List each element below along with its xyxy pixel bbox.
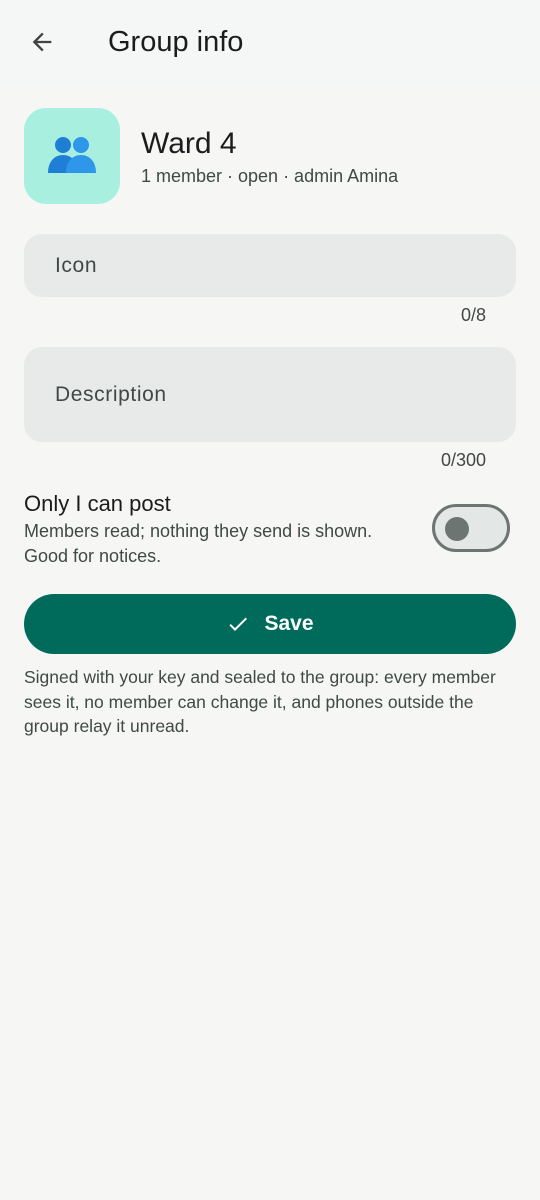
description-field-placeholder: Description [55, 383, 167, 406]
page-title: Group info [108, 26, 244, 58]
icon-char-counter: 0/8 [460, 305, 486, 325]
save-button[interactable]: Save [24, 594, 516, 654]
only-i-can-post-description: Members read; nothing they send is shown… [24, 521, 373, 566]
group-name: Ward 4 [141, 127, 237, 160]
description-field[interactable]: Description [24, 347, 516, 442]
group-meta: 1 member · open · admin Amina [141, 166, 399, 186]
people-icon [48, 137, 96, 173]
group-avatar[interactable] [24, 108, 120, 204]
group-header: Ward 4 1 member · open · admin Amina [24, 108, 516, 204]
check-icon [229, 617, 248, 631]
icon-field-placeholder: Icon [55, 254, 98, 277]
arrow-left-icon [32, 32, 52, 52]
back-button[interactable] [18, 20, 66, 64]
save-button-label: Save [264, 612, 314, 635]
toggle-knob [445, 517, 469, 541]
app-bar: Group info [0, 0, 540, 86]
only-i-can-post-label: Only I can post [24, 491, 171, 516]
only-i-can-post-toggle[interactable] [432, 504, 510, 552]
icon-field[interactable]: Icon [24, 234, 516, 297]
footnote: Signed with your key and sealed to the g… [24, 667, 496, 736]
description-char-counter: 0/300 [440, 450, 486, 470]
